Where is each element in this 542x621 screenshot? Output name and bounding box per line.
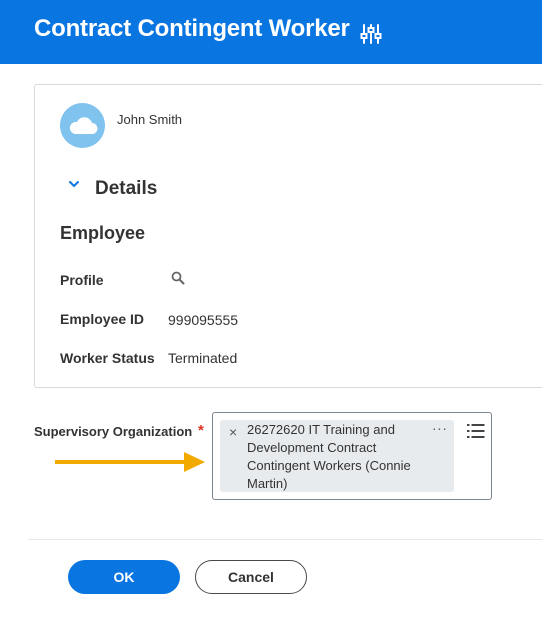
more-options-icon[interactable]: ··· [432,420,448,436]
remove-selection-icon[interactable]: × [229,424,237,440]
selected-organization-pill[interactable]: × 26272620 IT Training and Development C… [220,420,454,492]
supervisory-organization-label: Supervisory Organization [34,424,193,439]
cancel-button[interactable]: Cancel [195,560,307,594]
worker-status-label: Worker Status [60,350,155,366]
sliders-icon[interactable] [360,23,382,45]
employee-heading: Employee [60,223,146,243]
worker-card: John Smith Details Employee Profile Empl… [34,84,542,388]
selected-organization-line: Development Contract [247,440,377,455]
profile-label: Profile [60,272,104,288]
employee-id-label: Employee ID [60,311,145,327]
details-heading: Details [95,178,158,199]
cloud-icon [69,117,98,134]
arrow-right-icon [55,452,205,472]
divider [28,539,542,540]
employee-id-value: 999095555 [168,312,239,328]
required-marker: * [198,422,204,439]
page-title: Contract Contingent Worker [34,15,350,42]
chevron-down-icon[interactable] [67,177,81,191]
worker-status-value: Terminated [168,350,238,366]
page-header: Contract Contingent Worker [0,0,542,64]
selected-organization-line: 26272620 IT Training and [247,422,395,437]
selected-organization-text: 26272620 IT Training and Development Con… [247,421,427,493]
avatar[interactable] [60,103,105,148]
search-icon[interactable] [171,271,185,285]
selected-organization-line: Contingent Workers (Connie [247,458,411,473]
worker-name[interactable]: John Smith [117,112,182,127]
selected-organization-line: Martin) [247,476,288,491]
list-icon[interactable] [467,423,485,439]
ok-button[interactable]: OK [68,560,180,594]
supervisory-organization-prompt[interactable]: × 26272620 IT Training and Development C… [212,412,492,500]
